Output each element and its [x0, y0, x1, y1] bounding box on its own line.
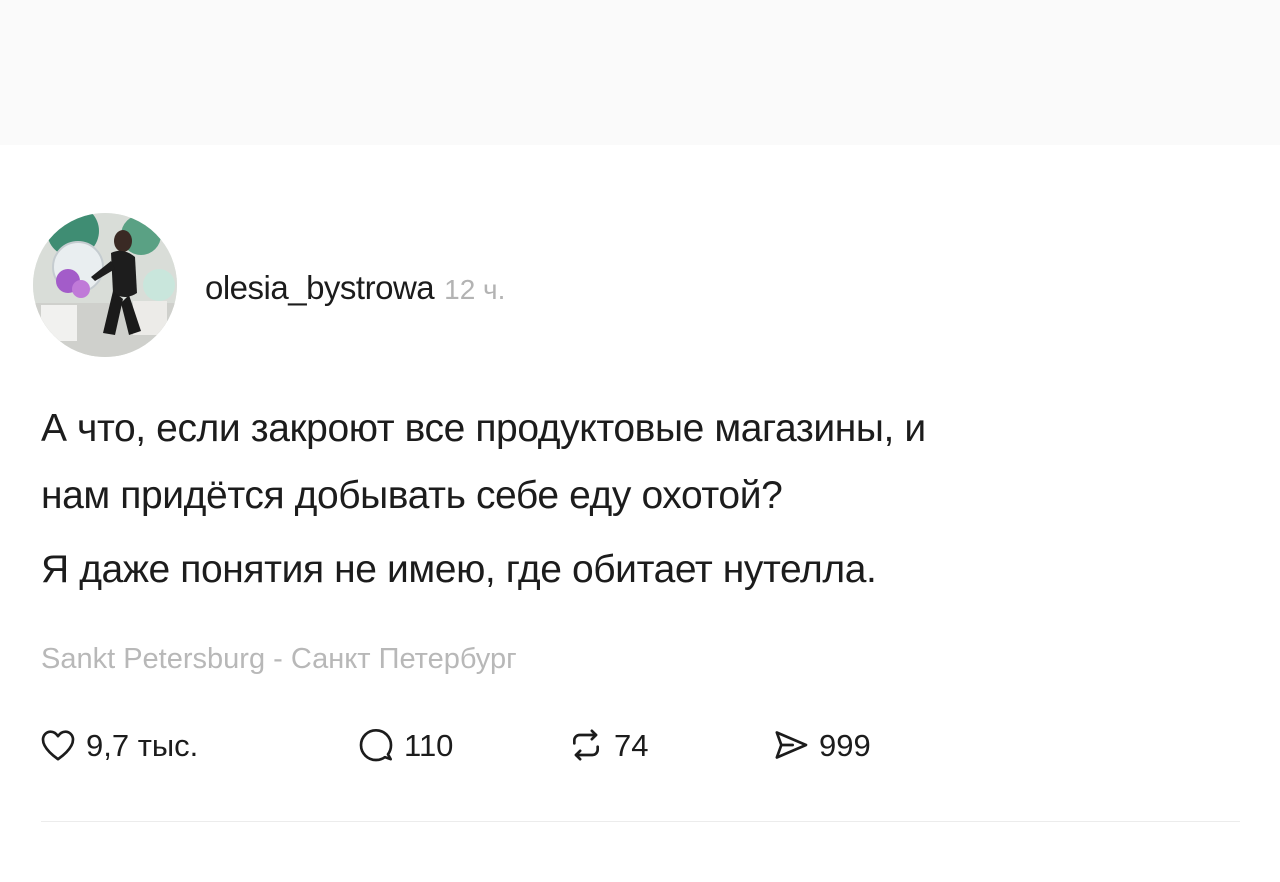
- username-link[interactable]: olesia_bystrowa: [205, 269, 435, 306]
- divider: [41, 821, 1240, 822]
- heart-icon: [36, 723, 80, 767]
- reply-count: 110: [404, 727, 454, 763]
- send-icon: [769, 723, 813, 767]
- avatar-photo: [33, 213, 177, 357]
- post-card: olesia_bystrowa 12 ч. А что, если закроют…: [0, 145, 1280, 882]
- share-count: 999: [819, 727, 871, 763]
- post-header: olesia_bystrowa 12 ч.: [205, 271, 505, 304]
- post-text-line: Я даже понятия не имею, где обитает нуте…: [41, 548, 877, 591]
- repost-icon: [564, 723, 608, 767]
- like-button[interactable]: 9,7 тыс.: [36, 720, 198, 770]
- post-text-line: А что, если закроют все продуктовые мага…: [41, 407, 926, 450]
- comment-bubble-icon: [354, 723, 398, 767]
- repost-button[interactable]: 74: [564, 720, 648, 770]
- share-button[interactable]: 999: [769, 720, 871, 770]
- action-bar: 9,7 тыс. 110 74 999: [36, 720, 1236, 770]
- top-band: [0, 0, 1280, 145]
- location-tag[interactable]: Sankt Petersburg - Санкт Петербург: [41, 645, 517, 674]
- like-count: 9,7 тыс.: [86, 727, 199, 763]
- repost-count: 74: [614, 727, 649, 763]
- post-timestamp: 12 ч.: [444, 274, 506, 305]
- avatar[interactable]: [33, 213, 177, 357]
- post-text-line: нам придётся добывать себе еду охотой?: [41, 474, 783, 517]
- reply-button[interactable]: 110: [354, 720, 453, 770]
